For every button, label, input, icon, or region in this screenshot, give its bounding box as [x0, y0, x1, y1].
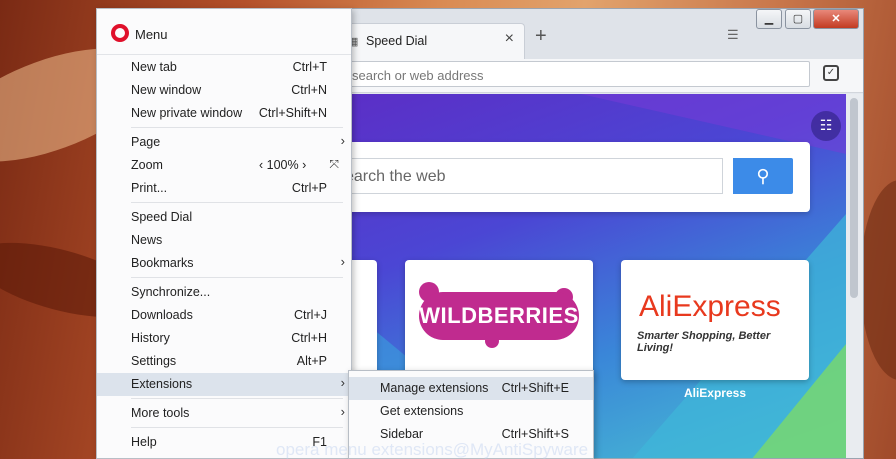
menu-item-label: Speed Dial: [131, 210, 193, 224]
opera-main-menu: Menu New tab Ctrl+T New window Ctrl+N Ne…: [96, 8, 352, 459]
menu-item-shortcut: Ctrl+Shift+N: [258, 106, 327, 120]
speed-dial-tile-wildberries[interactable]: WILDBERRIES: [405, 260, 593, 380]
menu-item-label: More tools: [131, 406, 190, 420]
speed-dial-tile-aliexpress[interactable]: AliExpress Smarter Shopping, Better Livi…: [621, 260, 809, 380]
menu-item-label: Help: [131, 435, 157, 449]
menu-item-new-window[interactable]: New window Ctrl+N: [97, 79, 351, 102]
menu-item-shortcut: Ctrl+P: [291, 181, 327, 195]
menu-item-history[interactable]: History Ctrl+H: [97, 327, 351, 350]
fullscreen-icon[interactable]: ⤧: [329, 157, 339, 172]
tab-menu-icon[interactable]: ☰: [727, 27, 739, 43]
search-button[interactable]: ⚲: [733, 158, 793, 194]
scrollbar-thumb[interactable]: [850, 98, 858, 298]
menu-item-shortcut: Ctrl+N: [291, 83, 327, 97]
tile-caption: AliExpress: [683, 386, 747, 400]
scrollbar[interactable]: [846, 94, 863, 458]
tab-title: Speed Dial: [366, 34, 428, 48]
menu-item-settings[interactable]: Settings Alt+P: [97, 350, 351, 373]
menu-item-label: Settings: [131, 354, 177, 368]
menu-item-label: News: [131, 233, 163, 247]
menu-item-shortcut: Ctrl+T: [292, 60, 327, 74]
search-placeholder: earch the web: [345, 168, 446, 185]
snapshot-icon[interactable]: ✓: [823, 65, 839, 81]
customize-icon[interactable]: ☷: [811, 111, 841, 141]
menu-separator: [131, 398, 343, 399]
menu-item-label: Extensions: [131, 377, 193, 391]
menu-item-zoom[interactable]: Zoom ‹ 100% › ⤧: [97, 154, 351, 177]
menu-item-shortcut: Alt+P: [296, 354, 327, 368]
new-tab-button[interactable]: +: [535, 25, 547, 48]
menu-separator: [131, 427, 343, 428]
menu-item-label: History: [131, 331, 170, 345]
submenu-item-get-extensions[interactable]: Get extensions: [349, 400, 593, 423]
menu-separator: [131, 277, 343, 278]
menu-item-label: New window: [131, 83, 202, 97]
menu-item-new-tab[interactable]: New tab Ctrl+T: [97, 56, 351, 79]
menu-title: Menu: [135, 27, 168, 42]
menu-item-label: Downloads: [131, 308, 193, 322]
minimize-button[interactable]: ▁: [756, 9, 782, 29]
menu-item-extensions[interactable]: Extensions ›: [97, 373, 351, 396]
maximize-button[interactable]: ▢: [785, 9, 811, 29]
tab-bar: ▦ Speed Dial × + ☰ ▁ ▢ ✕: [331, 9, 863, 59]
menu-item-label: New private window: [131, 106, 243, 120]
menu-item-shortcut: Ctrl+Shift+E: [501, 381, 569, 395]
wildberries-logo: WILDBERRIES: [419, 292, 579, 340]
tab-speed-dial[interactable]: ▦ Speed Dial ×: [335, 23, 525, 59]
opera-logo-icon: [111, 24, 129, 42]
menu-item-speed-dial[interactable]: Speed Dial: [97, 206, 351, 229]
close-window-button[interactable]: ✕: [813, 9, 859, 29]
search-box: earch the web ⚲: [331, 142, 810, 212]
address-placeholder: search or web address: [352, 68, 484, 83]
background-rock: [860, 180, 896, 380]
aliexpress-slogan: Smarter Shopping, Better Living!: [637, 330, 771, 354]
menu-item-label: Get extensions: [380, 404, 464, 418]
menu-item-shortcut: Ctrl+J: [294, 308, 327, 322]
menu-item-label: Zoom: [131, 158, 163, 172]
menu-item-more-tools[interactable]: More tools ›: [97, 402, 351, 425]
chevron-right-icon: ›: [340, 254, 345, 269]
address-input[interactable]: search or web address: [331, 61, 810, 87]
menu-item-label: Print...: [131, 181, 168, 195]
menu-separator: [131, 127, 343, 128]
chevron-right-icon: ›: [340, 404, 345, 419]
menu-item-print[interactable]: Print... Ctrl+P: [97, 177, 351, 200]
watermark-text: opera menu extensions@MyAntiSpyware: [276, 440, 589, 459]
menu-item-shortcut: Ctrl+H: [291, 331, 327, 345]
menu-item-label: Synchronize...: [131, 285, 211, 299]
menu-item-label: Page: [131, 135, 161, 149]
close-tab-icon[interactable]: ×: [505, 30, 514, 48]
menu-item-page[interactable]: Page ›: [97, 131, 351, 154]
menu-separator: [131, 202, 343, 203]
zoom-control[interactable]: ‹ 100% ›: [259, 158, 306, 172]
menu-item-label: Sidebar: [380, 427, 424, 441]
menu-item-new-private-window[interactable]: New private window Ctrl+Shift+N: [97, 102, 351, 125]
chevron-right-icon: ›: [340, 133, 345, 148]
menu-item-label: Manage extensions: [380, 381, 489, 395]
menu-item-shortcut: Ctrl+Shift+S: [501, 427, 569, 441]
menu-item-downloads[interactable]: Downloads Ctrl+J: [97, 304, 351, 327]
aliexpress-logo: AliExpress: [639, 290, 781, 323]
chevron-right-icon: ›: [340, 375, 345, 390]
address-bar: search or web address ✓: [331, 59, 863, 93]
menu-item-news[interactable]: News: [97, 229, 351, 252]
menu-header: Menu: [97, 9, 351, 55]
menu-item-label: New tab: [131, 60, 177, 74]
submenu-item-manage-extensions[interactable]: Manage extensions Ctrl+Shift+E: [349, 377, 593, 400]
menu-item-label: Bookmarks: [131, 256, 194, 270]
menu-item-bookmarks[interactable]: Bookmarks ›: [97, 252, 351, 275]
menu-item-synchronize[interactable]: Synchronize...: [97, 281, 351, 304]
